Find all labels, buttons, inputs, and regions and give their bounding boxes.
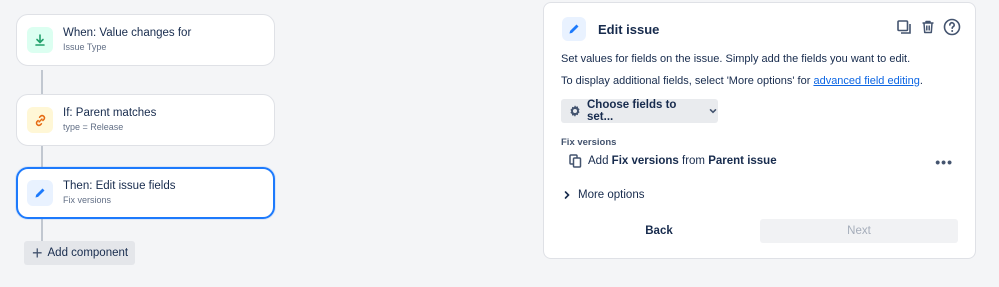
choose-fields-button[interactable]: Choose fields to set... [561, 99, 718, 123]
fix-versions-section-label: Fix versions [561, 137, 617, 148]
more-actions-icon[interactable]: ••• [935, 154, 953, 170]
additional-fields-suffix: . [919, 75, 923, 87]
field-row-source: Parent issue [708, 155, 777, 167]
rule-trigger-card[interactable]: When: Value changes for Issue Type [16, 14, 275, 66]
field-row-prefix: Add [588, 155, 609, 167]
more-options-label: More options [578, 189, 645, 201]
flow-connector [41, 218, 43, 242]
gear-icon [568, 104, 582, 118]
flow-connector [41, 144, 43, 168]
panel-title: Edit issue [598, 21, 660, 37]
trash-icon[interactable] [919, 18, 937, 36]
fix-versions-field-row: Add Fix versions from Parent issue [569, 154, 777, 168]
action-title: Then: Edit issue fields [63, 180, 176, 192]
field-row-middle: from [682, 155, 705, 167]
chevron-right-icon [563, 190, 571, 200]
edit-issue-panel: Edit issue Set values for fields on the … [543, 2, 976, 259]
flow-connector [41, 70, 43, 94]
help-icon[interactable] [943, 18, 961, 36]
trigger-subtitle: Issue Type [63, 42, 107, 52]
panel-header-actions [895, 18, 961, 36]
more-options-toggle[interactable]: More options [563, 189, 644, 201]
copy-icon [569, 154, 582, 168]
advanced-field-editing-link[interactable]: advanced field editing [813, 75, 919, 87]
rule-action-card[interactable]: Then: Edit issue fields Fix versions [16, 167, 275, 219]
pencil-icon [27, 180, 53, 206]
next-button[interactable]: Next [760, 219, 958, 243]
pencil-icon [562, 17, 586, 41]
field-row-field: Fix versions [611, 155, 679, 167]
action-subtitle: Fix versions [63, 195, 112, 205]
add-component-label: Add component [47, 247, 129, 259]
panel-description: Set values for fields on the issue. Simp… [561, 53, 911, 65]
rule-condition-card[interactable]: If: Parent matches type = Release [16, 94, 275, 146]
additional-fields-text: To display additional fields, select 'Mo… [561, 75, 923, 87]
back-button[interactable]: Back [561, 219, 757, 243]
duplicate-icon[interactable] [895, 18, 913, 36]
download-arrow-icon [27, 27, 53, 53]
next-label: Next [847, 225, 871, 237]
link-icon [27, 107, 53, 133]
condition-title: If: Parent matches [63, 107, 157, 119]
add-component-button[interactable]: + Add component [24, 241, 135, 265]
chevron-down-icon [708, 106, 718, 116]
condition-subtitle: type = Release [63, 122, 124, 132]
plus-icon: + [32, 243, 43, 263]
trigger-title: When: Value changes for [63, 27, 192, 39]
choose-fields-label: Choose fields to set... [587, 99, 677, 123]
panel-header: Edit issue [562, 17, 659, 41]
back-label: Back [645, 225, 673, 237]
additional-fields-prefix: To display additional fields, select 'Mo… [561, 75, 814, 87]
